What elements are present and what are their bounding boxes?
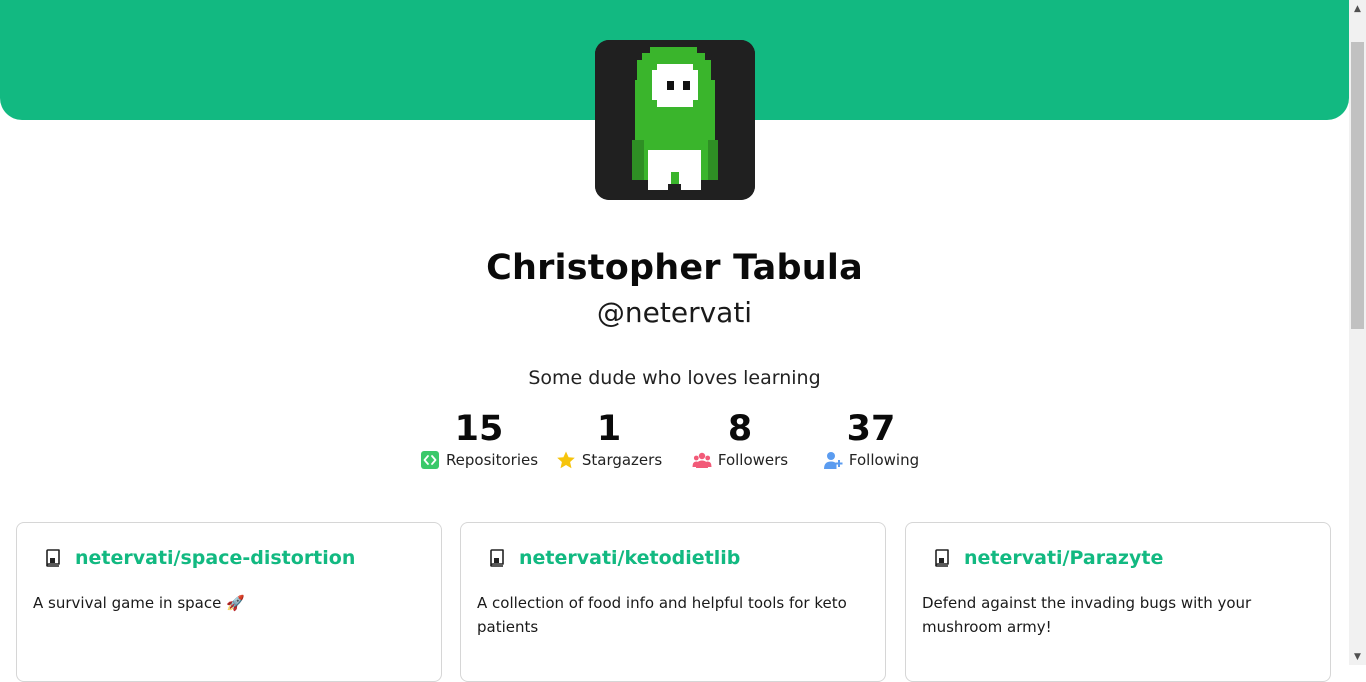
- pixel-character-avatar: [595, 40, 755, 200]
- stat-value: 37: [846, 409, 896, 449]
- repo-link[interactable]: netervati/Parazyte: [964, 547, 1163, 569]
- stat-value: 1: [596, 409, 622, 449]
- repo-card[interactable]: netervati/ketodietlib A collection of fo…: [460, 522, 886, 682]
- repo-icon: [934, 549, 950, 567]
- repo-icon: [489, 549, 505, 567]
- avatar: [595, 40, 755, 200]
- scrollbar-thumb[interactable]: [1351, 42, 1364, 329]
- stats-bar: 15 Repositories 1 Stargazers 8 Followers…: [0, 408, 1349, 478]
- repo-card[interactable]: netervati/Parazyte Defend against the in…: [905, 522, 1331, 682]
- repo-icon: [45, 549, 61, 567]
- users-icon: [692, 450, 712, 470]
- scroll-down-arrow-icon[interactable]: ▼: [1349, 648, 1366, 665]
- vertical-scrollbar[interactable]: ▲ ▼: [1349, 0, 1366, 665]
- repo-description: Defend against the invading bugs with yo…: [922, 594, 1252, 636]
- profile-name: Christopher Tabula: [486, 248, 863, 288]
- repo-link[interactable]: netervati/ketodietlib: [519, 547, 740, 569]
- stat-label: Stargazers: [581, 451, 663, 469]
- repo-link[interactable]: netervati/space-distortion: [75, 547, 355, 569]
- profile-bio: Some dude who loves learning: [528, 367, 821, 389]
- stat-label: Followers: [717, 451, 789, 469]
- stat-following[interactable]: 37 Following: [806, 408, 936, 470]
- stat-value: 15: [454, 409, 504, 449]
- stat-repositories[interactable]: 15 Repositories: [414, 408, 544, 470]
- profile-handle: @netervati: [596, 296, 753, 329]
- star-icon: [556, 450, 576, 470]
- stat-label: Repositories: [445, 451, 539, 469]
- scroll-up-arrow-icon[interactable]: ▲: [1349, 0, 1366, 17]
- repo-card[interactable]: netervati/space-distortion A survival ga…: [16, 522, 442, 682]
- repo-description: A collection of food info and helpful to…: [477, 594, 847, 636]
- code-icon: [420, 450, 440, 470]
- repo-description: A survival game in space 🚀: [33, 594, 245, 612]
- stat-stargazers[interactable]: 1 Stargazers: [544, 408, 674, 470]
- user-plus-icon: [823, 450, 843, 470]
- stat-value: 8: [727, 409, 753, 449]
- stat-label: Following: [848, 451, 920, 469]
- stat-followers[interactable]: 8 Followers: [675, 408, 805, 470]
